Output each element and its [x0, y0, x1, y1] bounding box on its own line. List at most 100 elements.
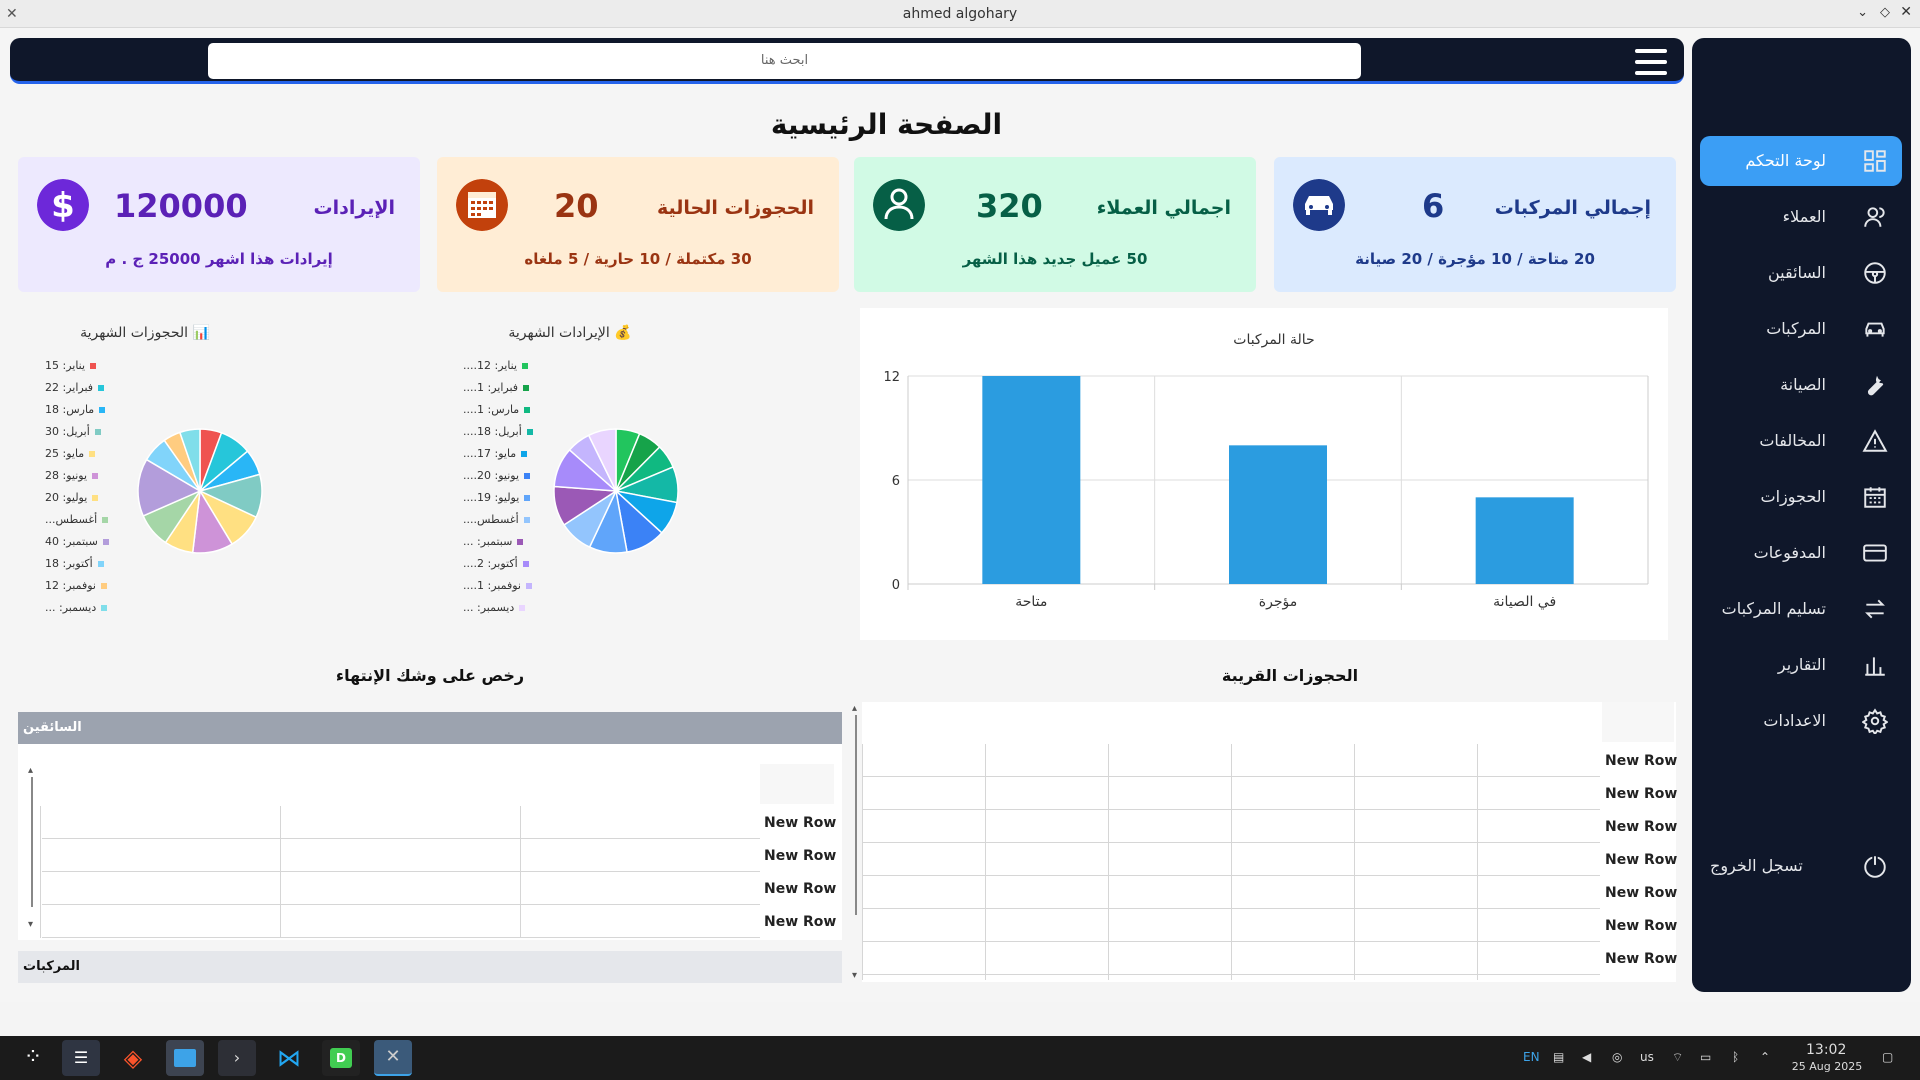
bookings-pie-chart: [137, 428, 263, 554]
bookings-pie-legend: يناير: 15 فبراير: 22 مارس: 18 أبريل: 30 مايو…: [45, 359, 125, 623]
legend-swatch: [90, 363, 97, 369]
y-tick-label: 0: [892, 578, 900, 593]
row-divider: [862, 776, 1600, 777]
legend-item: أبريل: 18....: [463, 425, 543, 447]
vscode-icon[interactable]: ⋈: [270, 1040, 308, 1076]
clipboard-icon[interactable]: ▤: [1553, 1050, 1564, 1064]
file-manager-icon[interactable]: [166, 1040, 204, 1076]
sidebar-item-label: المدفوعات: [1753, 543, 1826, 562]
table-scrollbar[interactable]: ▴ ▾: [27, 765, 41, 930]
legend-swatch: [89, 451, 96, 457]
battery-icon[interactable]: ▭: [1700, 1050, 1711, 1064]
sidebar-item-swap-arrows[interactable]: تسليم المركبات: [1700, 584, 1902, 634]
x-tick-label: مؤجرة: [1259, 594, 1297, 610]
stat-card: الإيرادات 120000 إيرادات هذا اشهر 25000 ج …: [18, 157, 420, 292]
row-header[interactable]: New Row: [764, 914, 836, 930]
upcoming-bookings-title: الحجوزات القريبة: [1221, 666, 1359, 685]
legend-swatch: [98, 385, 105, 391]
sidebar-item-credit-card[interactable]: المدفوعات: [1700, 528, 1902, 578]
bar-chart-icon: [1865, 657, 1885, 676]
vehicles-group-header[interactable]: المركبات: [18, 951, 842, 983]
show-desktop-icon[interactable]: ▢: [1882, 1050, 1893, 1064]
row-header[interactable]: New Row: [1605, 951, 1677, 967]
x-tick-label: في الصيانة: [1493, 594, 1556, 610]
sidebar-item-wrench[interactable]: الصيانة: [1700, 360, 1902, 410]
legend-label: يونيو: 28: [45, 469, 88, 482]
clock-date[interactable]: 25 Aug 2025: [1786, 1060, 1868, 1073]
row-header[interactable]: New Row: [1605, 852, 1677, 868]
row-header[interactable]: New Row: [764, 881, 836, 897]
stat-card-value: 6: [1422, 187, 1445, 225]
keyboard-layout[interactable]: us: [1640, 1050, 1654, 1064]
legend-swatch: [92, 473, 99, 479]
stat-card-title: الإيرادات: [313, 197, 395, 219]
legend-label: يناير: 15: [45, 359, 86, 372]
row-header[interactable]: New Row: [764, 815, 836, 831]
tray-expand-icon[interactable]: ⌃: [1760, 1050, 1770, 1064]
menu-icon[interactable]: [1635, 49, 1667, 75]
legend-label: سبتمبر: 40: [45, 535, 98, 548]
row-header[interactable]: New Row: [1605, 786, 1677, 802]
legend-swatch: [99, 407, 106, 413]
sidebar-item-dashboard[interactable]: لوحة التحكم: [1700, 136, 1902, 186]
sidebar-item-bar-chart[interactable]: التقارير: [1700, 640, 1902, 690]
legend-item: يوليو: 20: [45, 491, 125, 513]
stat-card-title: إجمالي المركبات: [1494, 197, 1651, 219]
legend-item: نوفمبر: 1....: [463, 579, 543, 601]
sidebar-item-label: الاعدادات: [1763, 711, 1826, 730]
sidebar-item-users[interactable]: العملاء: [1700, 192, 1902, 242]
stat-card-subtitle: إيرادات هذا اشهر 25000 ج . م: [105, 250, 333, 268]
volume-icon[interactable]: ◀: [1582, 1050, 1591, 1064]
legend-item: أغسطس...: [45, 513, 125, 535]
wrench-icon: [1868, 375, 1884, 396]
legend-item: ديسمبر: ...: [463, 601, 543, 623]
sidebar-item-car[interactable]: المركبات: [1700, 304, 1902, 354]
close-button[interactable]: ✕: [1900, 4, 1912, 20]
chart-title: حالة المركبات: [1233, 332, 1314, 348]
legend-label: نوفمبر: 12: [45, 579, 96, 592]
system-settings-icon[interactable]: ☰: [62, 1040, 100, 1076]
row-header[interactable]: New Row: [1605, 918, 1677, 934]
y-tick-label: 6: [892, 474, 900, 489]
legend-label: يناير: 12....: [463, 359, 518, 372]
stat-card-value: 20: [554, 187, 599, 225]
row-header[interactable]: New Row: [1605, 885, 1677, 901]
stat-card-subtitle: 30 مكتملة / 10 حارية / 5 ملغاه: [524, 250, 752, 268]
legend-label: أغسطس....: [463, 513, 519, 526]
sidebar-item-gear[interactable]: الاعدادات: [1700, 696, 1902, 746]
app-launcher-icon[interactable]: ⁘: [14, 1040, 52, 1076]
sidebar-item-label: السائقين: [1767, 263, 1826, 282]
logout-button[interactable]: تسجل الخروج: [1700, 841, 1902, 891]
qt-designer-icon[interactable]: D: [322, 1040, 360, 1076]
row-divider: [862, 842, 1600, 843]
wifi-icon[interactable]: ⌔: [1672, 1050, 1683, 1065]
legend-swatch: [523, 385, 530, 391]
legend-label: فبراير: 1....: [463, 381, 519, 394]
car-icon: [1293, 179, 1345, 231]
sidebar-item-warning[interactable]: المخالفات: [1700, 416, 1902, 466]
maximize-button[interactable]: ◇: [1880, 5, 1890, 20]
legend-swatch: [523, 517, 530, 523]
legend-swatch: [94, 429, 101, 435]
network-status-icon[interactable]: ◎: [1612, 1050, 1622, 1064]
brave-browser-icon[interactable]: ◈: [114, 1040, 152, 1076]
legend-label: يونيو: 20....: [463, 469, 520, 482]
sidebar-item-label: التقارير: [1777, 655, 1826, 674]
users-icon: [873, 179, 925, 231]
row-header[interactable]: New Row: [764, 848, 836, 864]
stat-card-title: اجمالي العملاء: [1096, 197, 1231, 219]
keyboard-language[interactable]: EN: [1523, 1050, 1540, 1064]
sidebar-item-steering-wheel[interactable]: السائقين: [1700, 248, 1902, 298]
row-header[interactable]: New Row: [1605, 819, 1677, 835]
row-header[interactable]: New Row: [1605, 753, 1677, 769]
minimize-button[interactable]: ⌄: [1857, 5, 1868, 20]
column-divider: [280, 806, 281, 938]
bluetooth-icon[interactable]: ᛒ: [1732, 1050, 1739, 1064]
terminal-icon[interactable]: ›: [218, 1040, 256, 1076]
sidebar-item-calendar[interactable]: الحجوزات: [1700, 472, 1902, 522]
search-input[interactable]: ابحث هنا: [208, 43, 1361, 79]
clock-time[interactable]: 13:02: [1806, 1042, 1846, 1058]
drivers-group-header[interactable]: السائقين: [18, 712, 842, 744]
legend-label: مايو: 17....: [463, 447, 517, 460]
active-app-icon[interactable]: ✕: [374, 1040, 412, 1076]
